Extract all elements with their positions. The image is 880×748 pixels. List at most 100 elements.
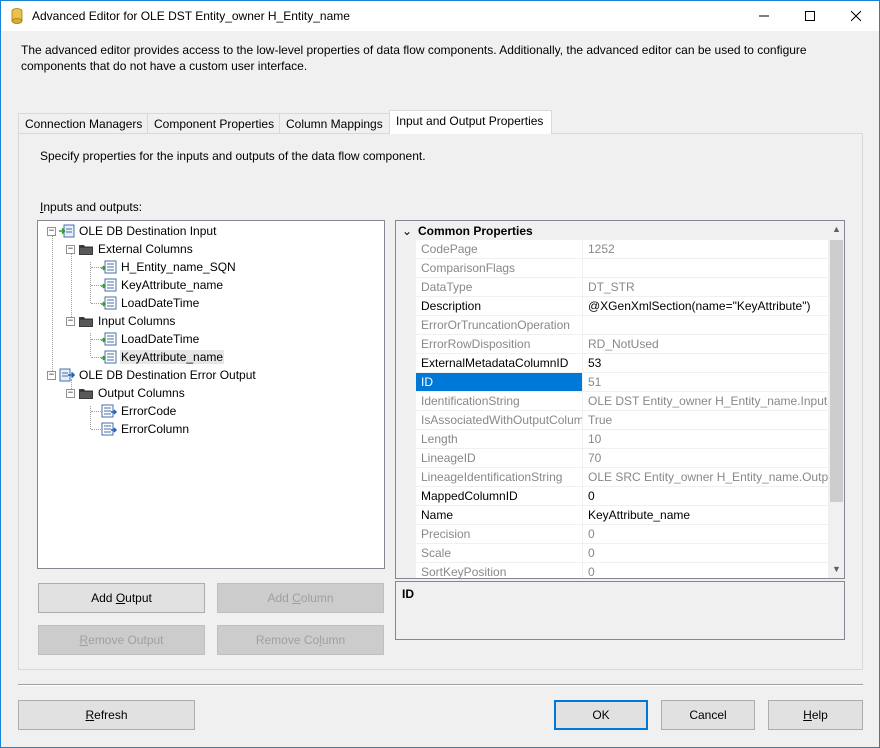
property-grid[interactable]: ⌄ Common Properties CodePage 1252 Comparis… xyxy=(395,220,845,579)
collapse-icon[interactable]: − xyxy=(47,226,56,236)
property-name[interactable]: IsAssociatedWithOutputColumn xyxy=(416,411,583,429)
property-value[interactable]: 0 xyxy=(584,487,828,505)
property-value[interactable]: RD_NotUsed xyxy=(584,335,828,353)
property-name[interactable]: LineageIdentificationString xyxy=(416,468,583,486)
property-row[interactable]: LineageID 70 xyxy=(416,449,828,468)
folder-icon xyxy=(78,241,94,257)
property-row[interactable]: ID 51 xyxy=(416,373,828,392)
add-column-button[interactable]: Add Column xyxy=(217,583,384,613)
property-value[interactable]: 53 xyxy=(584,354,828,372)
property-grid-scrollbar[interactable]: ▲ ▼ xyxy=(828,221,844,578)
chevron-down-icon[interactable]: ⌄ xyxy=(396,224,418,238)
tree-node-input-columns[interactable]: − Input Columns xyxy=(66,312,176,330)
property-name[interactable]: ComparisonFlags xyxy=(416,259,583,277)
property-row[interactable]: Scale 0 xyxy=(416,544,828,563)
property-name[interactable]: CodePage xyxy=(416,240,583,258)
property-name[interactable]: IdentificationString xyxy=(416,392,583,410)
category-common-properties[interactable]: ⌄ Common Properties xyxy=(396,221,828,240)
scroll-down-icon[interactable]: ▼ xyxy=(828,561,844,578)
property-row[interactable]: SortKeyPosition 0 xyxy=(416,563,828,578)
tree-node-error-output[interactable]: − OLE DB Destination Error Output xyxy=(47,366,257,384)
ok-button[interactable]: OK xyxy=(554,700,648,730)
property-name[interactable]: LineageID xyxy=(416,449,583,467)
refresh-button[interactable]: Refresh xyxy=(18,700,195,730)
collapse-icon[interactable]: − xyxy=(66,316,75,326)
property-row[interactable]: Description @XGenXmlSection(name="KeyAttr… xyxy=(416,297,828,316)
property-row[interactable]: Length 10 xyxy=(416,430,828,449)
property-value[interactable] xyxy=(584,259,828,277)
property-value[interactable] xyxy=(584,316,828,334)
tree-node-column-selected[interactable]: KeyAttribute_name xyxy=(101,348,225,366)
minimize-button[interactable] xyxy=(741,1,787,31)
property-name[interactable]: MappedColumnID xyxy=(416,487,583,505)
tree-node-column[interactable]: LoadDateTime xyxy=(101,330,200,348)
property-name[interactable]: ID xyxy=(416,373,583,391)
property-value[interactable]: 51 xyxy=(584,373,828,391)
inputs-outputs-tree[interactable]: − OLE DB Destination Input − External Co… xyxy=(37,220,385,569)
property-name[interactable]: Description xyxy=(416,297,583,315)
property-row[interactable]: Name KeyAttribute_name xyxy=(416,506,828,525)
collapse-icon[interactable]: − xyxy=(66,388,75,398)
property-name[interactable]: Name xyxy=(416,506,583,524)
property-row[interactable]: IsAssociatedWithOutputColumn True xyxy=(416,411,828,430)
property-name[interactable]: ErrorOrTruncationOperation xyxy=(416,316,583,334)
maximize-button[interactable] xyxy=(787,1,833,31)
property-value[interactable]: OLE SRC Entity_owner H_Entity_name.Outpu… xyxy=(584,468,828,486)
collapse-icon[interactable]: − xyxy=(66,244,75,254)
tree-node-column[interactable]: LoadDateTime xyxy=(101,294,200,312)
tree-node-output-columns[interactable]: − Output Columns xyxy=(66,384,186,402)
property-name[interactable]: ErrorRowDisposition xyxy=(416,335,583,353)
property-row[interactable]: CodePage 1252 xyxy=(416,240,828,259)
tree-node-column[interactable]: ErrorCode xyxy=(101,402,177,420)
property-value[interactable]: 1252 xyxy=(584,240,828,258)
remove-column-button[interactable]: Remove Column xyxy=(217,625,384,655)
property-name[interactable]: ExternalMetadataColumnID xyxy=(416,354,583,372)
collapse-icon[interactable]: − xyxy=(47,370,56,380)
help-button[interactable]: Help xyxy=(768,700,863,730)
scrollbar-thumb[interactable] xyxy=(830,240,843,502)
property-row[interactable]: ErrorOrTruncationOperation xyxy=(416,316,828,335)
column-icon xyxy=(101,295,117,311)
tab-column-mappings[interactable]: Column Mappings xyxy=(279,113,390,134)
property-value[interactable]: 0 xyxy=(584,525,828,543)
property-value[interactable]: 70 xyxy=(584,449,828,467)
property-row[interactable]: ErrorRowDisposition RD_NotUsed xyxy=(416,335,828,354)
tab-connection-managers[interactable]: Connection Managers xyxy=(18,113,148,134)
property-value[interactable]: 0 xyxy=(584,563,828,578)
tab-component-properties[interactable]: Component Properties xyxy=(147,113,280,134)
property-value[interactable]: DT_STR xyxy=(584,278,828,296)
cancel-button[interactable]: Cancel xyxy=(661,700,755,730)
property-value[interactable]: 0 xyxy=(584,544,828,562)
property-name[interactable]: DataType xyxy=(416,278,583,296)
tab-input-output-properties[interactable]: Input and Output Properties xyxy=(389,110,552,134)
property-description-title: ID xyxy=(402,587,414,601)
property-name[interactable]: Precision xyxy=(416,525,583,543)
property-row[interactable]: MappedColumnID 0 xyxy=(416,487,828,506)
property-row[interactable]: DataType DT_STR xyxy=(416,278,828,297)
title-bar[interactable]: Advanced Editor for OLE DST Entity_owner… xyxy=(1,1,879,31)
property-value[interactable]: OLE DST Entity_owner H_Entity_name.Input… xyxy=(584,392,828,410)
property-value[interactable]: @XGenXmlSection(name="KeyAttribute") xyxy=(584,297,828,315)
close-button[interactable] xyxy=(833,1,879,31)
inputs-outputs-label: Inputs and outputs: xyxy=(40,200,143,214)
property-name[interactable]: Length xyxy=(416,430,583,448)
property-value[interactable]: True xyxy=(584,411,828,429)
property-row[interactable]: ExternalMetadataColumnID 53 xyxy=(416,354,828,373)
property-value[interactable]: KeyAttribute_name xyxy=(584,506,828,524)
tree-node-column[interactable]: KeyAttribute_name xyxy=(101,276,224,294)
folder-icon xyxy=(78,385,94,401)
property-name[interactable]: SortKeyPosition xyxy=(416,563,583,578)
tree-node-external-columns[interactable]: − External Columns xyxy=(66,240,194,258)
property-row[interactable]: IdentificationString OLE DST Entity_owner… xyxy=(416,392,828,411)
remove-output-button[interactable]: Remove Output xyxy=(38,625,205,655)
property-name[interactable]: Scale xyxy=(416,544,583,562)
tree-node-column[interactable]: H_Entity_name_SQN xyxy=(101,258,237,276)
property-row[interactable]: ComparisonFlags xyxy=(416,259,828,278)
add-output-button[interactable]: Add Output xyxy=(38,583,205,613)
tree-node-destination-input[interactable]: − OLE DB Destination Input xyxy=(47,222,217,240)
property-row[interactable]: Precision 0 xyxy=(416,525,828,544)
property-row[interactable]: LineageIdentificationString OLE SRC Entit… xyxy=(416,468,828,487)
tree-node-column[interactable]: ErrorColumn xyxy=(101,420,190,438)
property-value[interactable]: 10 xyxy=(584,430,828,448)
scroll-up-icon[interactable]: ▲ xyxy=(828,221,844,238)
